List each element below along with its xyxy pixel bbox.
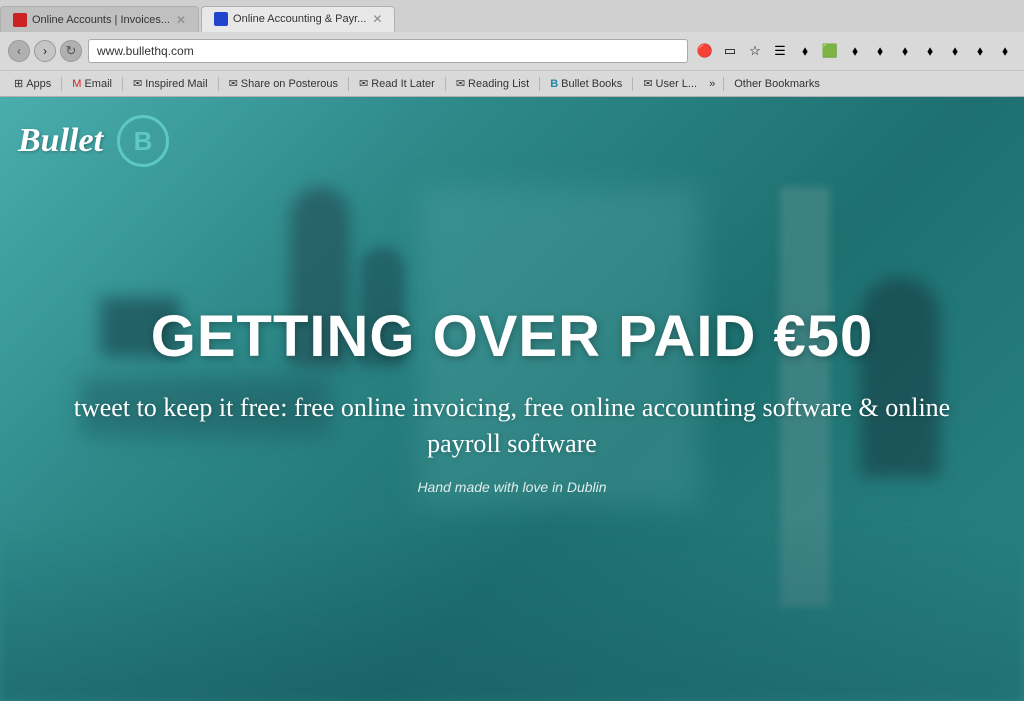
reading-list-icon: ✉ [456,77,465,90]
tab-label-1: Online Accounts | Invoices... [32,14,170,26]
logo-area: Bullet B [18,115,169,167]
tab-close-1[interactable]: ✕ [176,13,186,27]
user-icon: ✉ [643,77,652,90]
extension-icon-6[interactable]: 🟩 [819,40,841,62]
extension-icon-2[interactable]: ▭ [719,40,741,62]
website-content: Bullet B GETTING OVER PAID €50 tweet to … [0,97,1024,701]
bookmark-separator-5 [445,77,446,91]
tab-2[interactable]: Online Accounting & Payr... ✕ [201,6,395,32]
extension-icon-8[interactable]: ⬧ [869,40,891,62]
browser-chrome: Online Accounts | Invoices... ✕ Online A… [0,0,1024,97]
bookmark-reading-list-label: Reading List [468,78,529,90]
extension-icon-3[interactable]: ☆ [744,40,766,62]
bullet-books-icon: B [550,78,558,90]
tab-1[interactable]: Online Accounts | Invoices... ✕ [0,6,199,32]
bookmark-separator-4 [348,77,349,91]
main-content-area: GETTING OVER PAID €50 tweet to keep it f… [51,303,973,495]
extension-icon-11[interactable]: ⬧ [944,40,966,62]
extension-icon-9[interactable]: ⬧ [894,40,916,62]
nav-buttons: ‹ › ↻ [8,40,82,62]
extension-icon-10[interactable]: ⬧ [919,40,941,62]
bookmark-separator-7 [632,77,633,91]
bookmark-separator-3 [218,77,219,91]
bookmark-separator-2 [122,77,123,91]
bookmark-separator-8 [723,77,724,91]
bookmark-user-label: User L... [656,78,698,90]
logo-circle: B [117,115,169,167]
inspired-mail-icon: ✉ [133,77,142,90]
bookmark-user[interactable]: ✉ User L... [637,75,703,92]
bookmark-read-later[interactable]: ✉ Read It Later [353,75,441,92]
more-bookmarks-button[interactable]: » [705,76,719,92]
logo-text: Bullet [18,122,103,160]
forward-button[interactable]: › [34,40,56,62]
bookmark-posterous[interactable]: ✉ Share on Posterous [223,75,344,92]
extension-icon-4[interactable]: ☰ [769,40,791,62]
read-later-icon: ✉ [359,77,368,90]
other-bookmarks-label: Other Bookmarks [734,78,820,90]
tab-label-2: Online Accounting & Payr... [233,13,366,25]
other-bookmarks[interactable]: Other Bookmarks [728,76,826,92]
tab-favicon-1 [13,13,27,27]
extension-icon-7[interactable]: ⬧ [844,40,866,62]
subheadline: tweet to keep it free: free online invoi… [51,390,973,463]
address-input[interactable]: www.bullethq.com [88,39,688,63]
main-headline: GETTING OVER PAID €50 [51,303,973,370]
tab-favicon-2 [214,12,228,26]
toolbar-icons: 🔴 ▭ ☆ ☰ ⬧ 🟩 ⬧ ⬧ ⬧ ⬧ ⬧ ⬧ ⬧ [694,40,1016,62]
logo-b-letter: B [134,126,153,157]
apps-icon: ⊞ [14,77,23,90]
tab-close-2[interactable]: ✕ [372,12,382,26]
back-button[interactable]: ‹ [8,40,30,62]
bookmark-apps-label: Apps [26,78,51,90]
bookmark-reading-list[interactable]: ✉ Reading List [450,75,535,92]
bookmark-separator-6 [539,77,540,91]
bookmarks-bar: ⊞ Apps M Email ✉ Inspired Mail ✉ Share o… [0,70,1024,96]
bookmark-email-label: Email [84,78,112,90]
bookmark-posterous-label: Share on Posterous [241,78,338,90]
tab-bar: Online Accounts | Invoices... ✕ Online A… [0,0,1024,32]
extension-icon-1[interactable]: 🔴 [694,40,716,62]
bookmark-email[interactable]: M Email [66,76,118,92]
reload-button[interactable]: ↻ [60,40,82,62]
extension-icon-13[interactable]: ⬧ [994,40,1016,62]
address-text: www.bullethq.com [97,44,194,58]
floor-reflection [0,521,1024,701]
extension-icon-12[interactable]: ⬧ [969,40,991,62]
email-icon: M [72,78,81,90]
bookmark-separator-1 [61,77,62,91]
tagline: Hand made with love in Dublin [51,479,973,495]
bookmark-inspired-mail-label: Inspired Mail [145,78,207,90]
bookmark-apps[interactable]: ⊞ Apps [8,75,57,92]
bookmark-read-later-label: Read It Later [371,78,435,90]
extension-icon-5[interactable]: ⬧ [794,40,816,62]
bookmark-inspired-mail[interactable]: ✉ Inspired Mail [127,75,214,92]
bookmark-bullet-books-label: Bullet Books [561,78,622,90]
posterous-icon: ✉ [229,77,238,90]
address-bar-area: ‹ › ↻ www.bullethq.com 🔴 ▭ ☆ ☰ ⬧ 🟩 ⬧ ⬧ ⬧… [0,32,1024,70]
bookmark-bullet-books[interactable]: B Bullet Books [544,76,628,92]
